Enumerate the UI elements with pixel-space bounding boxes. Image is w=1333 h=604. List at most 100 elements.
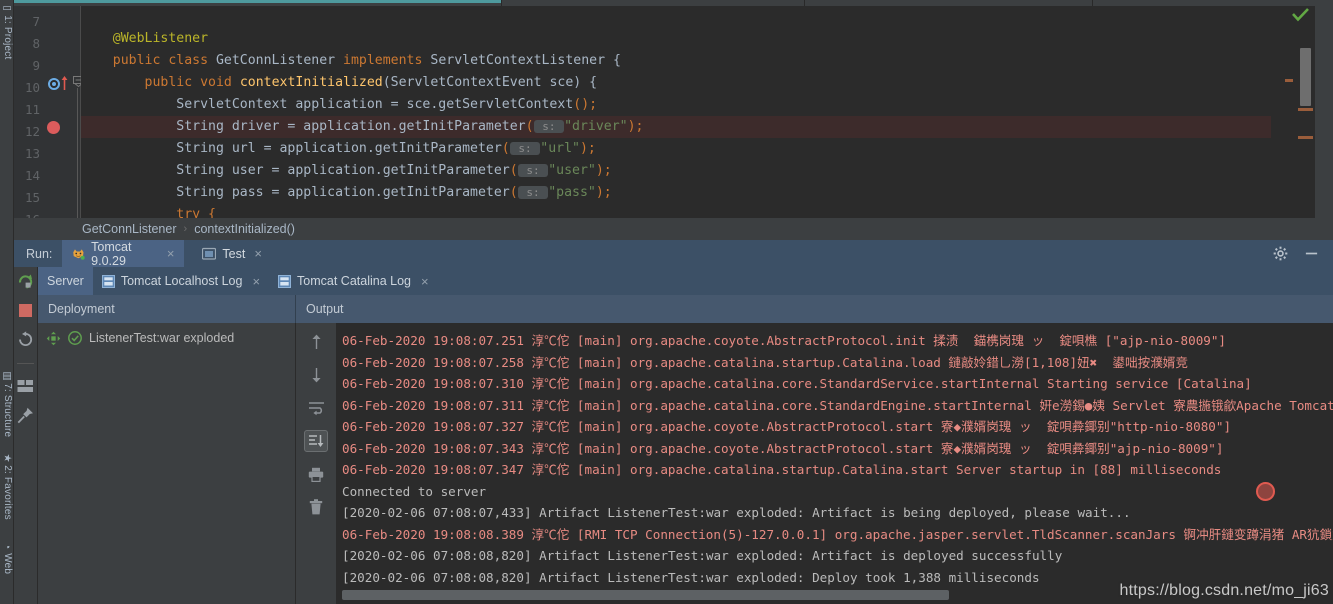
down-button[interactable]	[304, 364, 328, 386]
code-token: public void	[144, 75, 240, 90]
trash-icon	[309, 499, 323, 515]
rerun-icon[interactable]	[17, 273, 34, 290]
run-label: Run:	[26, 246, 53, 261]
code-token: public class	[112, 53, 216, 68]
parameter-hint: s:	[517, 164, 549, 177]
console-icon	[202, 247, 217, 260]
run-tab-test[interactable]: Test ×	[192, 240, 282, 267]
code-token: try {	[81, 207, 216, 218]
close-icon[interactable]: ×	[167, 246, 175, 261]
close-icon[interactable]: ×	[254, 246, 262, 261]
breadcrumb-class[interactable]: GetConnListener	[82, 222, 177, 236]
code-token: String url = application.getInitParamete…	[81, 141, 502, 156]
ide-window: ▯1: Project ▥7: Structure ★2: Favorites …	[0, 0, 1333, 604]
line-number: 10	[24, 80, 40, 95]
code-token: "driver"	[564, 119, 628, 134]
code-editor[interactable]: 7 8 9 10 11 12 13 14 15 16	[14, 0, 1333, 227]
inspection-ok-checkmark-icon[interactable]	[1292, 8, 1309, 22]
deployment-panel[interactable]: ListenerTest:war exploded	[38, 323, 296, 604]
tool-tab-structure[interactable]: ▥7: Structure	[0, 370, 14, 438]
up-button[interactable]	[304, 331, 328, 353]
console-log-line: 06-Feb-2020 19:08:07.311 淳℃佗 [main] org.…	[342, 397, 1333, 413]
fold-guide-line	[77, 88, 78, 218]
error-stripe-mark[interactable]	[1298, 108, 1313, 111]
code-token: );	[595, 185, 612, 200]
gear-icon[interactable]	[1273, 246, 1288, 261]
code-token: (	[509, 163, 518, 178]
line-number: 14	[24, 168, 40, 183]
console-actions-toolbar	[296, 323, 336, 604]
editor-inspection-column[interactable]	[1271, 6, 1315, 218]
console-tab-server[interactable]: Server	[38, 267, 93, 295]
code-token: );	[595, 163, 612, 178]
run-tab-tomcat[interactable]: Tomcat 9.0.29 ×	[62, 240, 185, 268]
console-log-line: [2020-02-06 07:08:07,433] Artifact Liste…	[342, 505, 1131, 520]
code-text-area[interactable]: @WebListener public class GetConnListene…	[81, 6, 1271, 218]
code-token: ServletContextListener {	[430, 53, 621, 68]
layout-icon[interactable]	[17, 379, 34, 394]
restart-icon[interactable]	[17, 331, 34, 348]
web-icon: ◔	[1, 540, 13, 552]
deployment-list-item[interactable]: ListenerTest:war exploded	[38, 327, 296, 349]
tool-tab-favorites[interactable]: ★2: Favorites	[0, 452, 14, 520]
breakpoint-icon[interactable]	[47, 121, 60, 134]
console-tab-label: Server	[47, 274, 84, 288]
code-token: GetConnListener	[215, 53, 344, 68]
tool-tab-label: Web	[2, 553, 13, 575]
run-actions-toolbar	[14, 267, 38, 604]
console-horizontal-scrollbar[interactable]	[342, 590, 949, 600]
breadcrumb: GetConnListener › contextInitialized()	[14, 218, 1333, 240]
console-log-line: 06-Feb-2020 19:08:07.343 淳℃佗 [main] org.…	[342, 440, 1224, 456]
line-number: 11	[24, 102, 40, 117]
code-token: );	[627, 119, 644, 134]
run-tool-window-header: Run: Tomcat 9.0.29 × Test ×	[14, 240, 1333, 268]
print-icon	[308, 467, 324, 482]
scroll-to-end-icon	[309, 435, 324, 447]
console-log-line: [2020-02-06 07:08:08,820] Artifact Liste…	[342, 548, 1063, 563]
minimize-icon[interactable]	[1304, 246, 1319, 261]
close-icon[interactable]: ×	[252, 274, 260, 289]
output-column-header: Output	[296, 295, 1333, 323]
scroll-to-end-button[interactable]	[304, 430, 328, 452]
run-header-actions	[1273, 240, 1333, 267]
console-tab-tomcat-catalina-log[interactable]: Tomcat Catalina Log ×	[269, 267, 438, 295]
breadcrumb-method[interactable]: contextInitialized()	[194, 222, 295, 236]
editor-fold-strip[interactable]	[72, 6, 84, 218]
console-log-line: 06-Feb-2020 19:08:07.347 淳℃佗 [main] org.…	[342, 462, 1222, 477]
console-output[interactable]: 06-Feb-2020 19:08:07.251 淳℃佗 [main] org.…	[336, 323, 1333, 604]
stop-square-icon[interactable]	[18, 303, 33, 318]
line-number: 12	[24, 124, 40, 139]
project-icon: ▯	[1, 2, 13, 14]
soft-wrap-button[interactable]	[304, 397, 328, 419]
tool-tab-web[interactable]: ◔Web	[0, 540, 14, 575]
editor-right-edge	[1315, 6, 1333, 218]
clear-all-button[interactable]	[304, 496, 328, 518]
console-tab-tomcat-localhost-log[interactable]: Tomcat Localhost Log ×	[93, 267, 269, 295]
code-token: String driver = application.getInitParam…	[81, 119, 526, 134]
left-tool-window-bar: ▯1: Project ▥7: Structure ★2: Favorites …	[0, 0, 14, 604]
error-stripe-mark[interactable]	[1298, 136, 1313, 139]
print-button[interactable]	[304, 463, 328, 485]
parameter-hint: s:	[509, 142, 541, 155]
editor-gutter[interactable]: 7 8 9 10 11 12 13 14 15 16	[14, 6, 72, 227]
toolbar-divider	[17, 363, 34, 364]
code-line: String driver = application.getInitParam…	[81, 116, 644, 138]
editor-scrollbar-thumb[interactable]	[1300, 48, 1311, 106]
code-line: @WebListener	[81, 28, 208, 50]
code-line: String url = application.getInitParamete…	[81, 138, 596, 160]
override-method-dot	[52, 82, 56, 86]
pin-icon[interactable]	[17, 407, 34, 424]
line-number: 13	[24, 146, 40, 161]
tool-tab-project[interactable]: ▯1: Project	[0, 2, 14, 60]
code-line: String user = application.getInitParamet…	[81, 160, 612, 182]
active-tab-underline	[14, 0, 501, 3]
close-icon[interactable]: ×	[421, 274, 429, 289]
error-stripe-mark[interactable]	[1285, 79, 1293, 82]
deployment-column-header: Deployment	[38, 295, 296, 323]
parameter-hint: s:	[517, 186, 549, 199]
line-number: 15	[24, 190, 40, 205]
console-tab-label: Tomcat Localhost Log	[120, 274, 243, 288]
line-number: 9	[32, 58, 40, 73]
parameter-hint: s:	[533, 120, 565, 133]
